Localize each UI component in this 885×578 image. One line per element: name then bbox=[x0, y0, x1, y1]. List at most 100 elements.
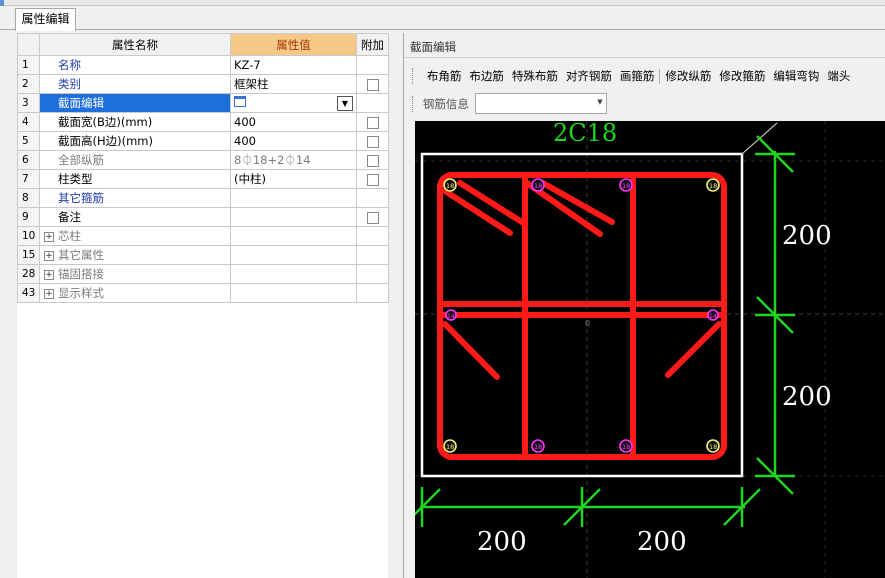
toolbar-grip[interactable] bbox=[412, 68, 415, 84]
property-value[interactable]: (中柱) bbox=[230, 169, 357, 189]
property-name[interactable]: 类别 bbox=[39, 74, 231, 94]
property-row[interactable]: 3 截面编辑 ▼ bbox=[17, 93, 389, 113]
toolbar-button[interactable]: 布角筋 bbox=[423, 65, 466, 87]
property-value[interactable] bbox=[230, 245, 357, 265]
expand-plus-icon[interactable]: + bbox=[44, 269, 54, 280]
property-row[interactable]: 9 备注 bbox=[17, 207, 389, 227]
section-toolbar: 布角筋 布边筋 特殊布筋 对齐钢筋 画箍筋 修改纵筋 修改箍筋 编辑弯钩 端头 bbox=[412, 65, 885, 87]
property-name[interactable]: 截面宽(B边)(mm) bbox=[39, 112, 231, 132]
property-extra bbox=[356, 264, 389, 284]
dim-right-top[interactable]: 200 bbox=[782, 221, 832, 251]
property-extra bbox=[356, 93, 389, 113]
property-row[interactable]: 28 + 锚固搭接 bbox=[17, 264, 389, 284]
property-name[interactable]: 全部纵筋 bbox=[39, 150, 231, 170]
property-value[interactable]: 框架柱 bbox=[230, 74, 357, 94]
toolbar-button[interactable]: 端头 bbox=[823, 65, 854, 87]
header-property-value[interactable]: 属性值 bbox=[230, 33, 357, 56]
property-value[interactable]: KZ-7 bbox=[230, 55, 357, 75]
property-row[interactable]: 10 + 芯柱 bbox=[17, 226, 389, 246]
section-editor-title: 截面编辑 bbox=[410, 40, 456, 54]
property-row[interactable]: 5 截面高(H边)(mm) 400 bbox=[17, 131, 389, 151]
property-header-row: 属性名称 属性值 附加 bbox=[17, 33, 389, 56]
extra-checkbox[interactable] bbox=[367, 116, 379, 129]
side-bar-label: 18 bbox=[622, 182, 630, 190]
property-name-text: 显示样式 bbox=[58, 286, 104, 300]
section-edit-icon[interactable] bbox=[234, 96, 246, 107]
property-name[interactable]: 其它箍筋 bbox=[39, 188, 231, 208]
property-name[interactable]: + 显示样式 bbox=[39, 283, 231, 303]
property-value[interactable] bbox=[230, 226, 357, 246]
property-row[interactable]: 15 + 其它属性 bbox=[17, 245, 389, 265]
hook-3[interactable] bbox=[442, 321, 500, 380]
row-number: 2 bbox=[17, 74, 40, 94]
extra-checkbox[interactable] bbox=[367, 78, 379, 91]
property-row[interactable]: 6 全部纵筋 8⏀18+2⏀14 bbox=[17, 150, 389, 170]
top-rebar-label[interactable]: 2C18 bbox=[553, 119, 617, 147]
property-row[interactable]: 1 名称 KZ-7 bbox=[17, 55, 389, 75]
property-name[interactable]: + 其它属性 bbox=[39, 245, 231, 265]
row-number: 5 bbox=[17, 131, 40, 151]
toolbar-button[interactable]: 画箍筋 bbox=[616, 65, 659, 87]
property-name[interactable]: + 锚固搭接 bbox=[39, 264, 231, 284]
header-extra[interactable]: 附加 bbox=[356, 33, 389, 56]
property-row[interactable]: 43 + 显示样式 bbox=[17, 283, 389, 303]
inner-stirrup-horizontal[interactable] bbox=[437, 301, 727, 318]
expand-plus-icon[interactable]: + bbox=[44, 250, 54, 261]
hook-4[interactable] bbox=[665, 321, 722, 378]
expand-plus-icon[interactable]: + bbox=[44, 288, 54, 299]
rebar-info-select[interactable]: ▼ bbox=[474, 93, 607, 114]
property-name[interactable]: 截面编辑 bbox=[39, 93, 231, 113]
property-name[interactable]: 截面高(H边)(mm) bbox=[39, 131, 231, 151]
stirrups[interactable] bbox=[437, 172, 727, 460]
dim-right-bottom[interactable]: 200 bbox=[782, 382, 832, 412]
property-name-text: 截面高(H边)(mm) bbox=[58, 134, 153, 148]
extra-checkbox[interactable] bbox=[367, 135, 379, 148]
extra-checkbox[interactable] bbox=[367, 154, 379, 167]
property-value[interactable] bbox=[230, 207, 357, 227]
row-number: 15 bbox=[17, 245, 40, 265]
property-name-text: 类别 bbox=[58, 77, 81, 91]
section-editor-panel: 截面编辑 布角筋 布边筋 特殊布筋 对齐钢筋 画箍筋 修改纵筋 修改箍筋 编辑弯钩 端头 钢筋信… bbox=[403, 33, 885, 578]
property-value[interactable]: 8⏀18+2⏀14 bbox=[230, 150, 357, 170]
chevron-down-icon: ▼ bbox=[597, 98, 603, 106]
property-value[interactable]: 400 bbox=[230, 112, 357, 132]
tab-property-edit[interactable]: 属性编辑 bbox=[15, 8, 76, 31]
property-value[interactable]: ▼ bbox=[230, 93, 357, 113]
extra-checkbox[interactable] bbox=[367, 211, 379, 224]
property-value[interactable]: 400 bbox=[230, 131, 357, 151]
dim-bottom-left[interactable]: 200 bbox=[477, 527, 527, 557]
header-property-name[interactable]: 属性名称 bbox=[39, 33, 231, 56]
dim-bottom-right[interactable]: 200 bbox=[637, 527, 687, 557]
dimension-right[interactable] bbox=[755, 135, 795, 495]
property-value[interactable] bbox=[230, 283, 357, 303]
toolbar-button[interactable]: 特殊布筋 bbox=[508, 65, 562, 87]
section-canvas[interactable]: 2C18 200 200 200 200 0 18 18 18 18 18 18… bbox=[403, 119, 885, 578]
hook-1[interactable] bbox=[442, 180, 528, 236]
toolbar-button[interactable]: 修改箍筋 bbox=[715, 65, 769, 87]
property-name-text: 全部纵筋 bbox=[58, 153, 104, 167]
toolbar-grip-2[interactable] bbox=[412, 95, 415, 112]
property-extra bbox=[356, 245, 389, 265]
property-name[interactable]: 名称 bbox=[39, 55, 231, 75]
property-name[interactable]: + 芯柱 bbox=[39, 226, 231, 246]
property-row[interactable]: 8 其它箍筋 bbox=[17, 188, 389, 208]
property-row[interactable]: 2 类别 框架柱 bbox=[17, 74, 389, 94]
property-name-text: 截面编辑 bbox=[58, 96, 104, 110]
expand-plus-icon[interactable]: + bbox=[44, 231, 54, 242]
property-name[interactable]: 柱类型 bbox=[39, 169, 231, 189]
grid-lines bbox=[415, 121, 885, 578]
property-value-text: 8⏀18+2⏀14 bbox=[234, 153, 311, 167]
property-value[interactable] bbox=[230, 264, 357, 284]
property-value-text: 框架柱 bbox=[234, 77, 269, 91]
toolbar-button[interactable]: 对齐钢筋 bbox=[562, 65, 616, 87]
extra-checkbox[interactable] bbox=[367, 173, 379, 186]
toolbar-button[interactable]: 修改纵筋 bbox=[661, 65, 715, 87]
property-value[interactable] bbox=[230, 188, 357, 208]
value-dropdown-button[interactable]: ▼ bbox=[337, 96, 353, 111]
property-value-text: 400 bbox=[234, 134, 256, 148]
toolbar-button[interactable]: 布边筋 bbox=[465, 65, 508, 87]
property-name[interactable]: 备注 bbox=[39, 207, 231, 227]
property-row[interactable]: 7 柱类型 (中柱) bbox=[17, 169, 389, 189]
toolbar-button[interactable]: 编辑弯钩 bbox=[769, 65, 823, 87]
property-row[interactable]: 4 截面宽(B边)(mm) 400 bbox=[17, 112, 389, 132]
